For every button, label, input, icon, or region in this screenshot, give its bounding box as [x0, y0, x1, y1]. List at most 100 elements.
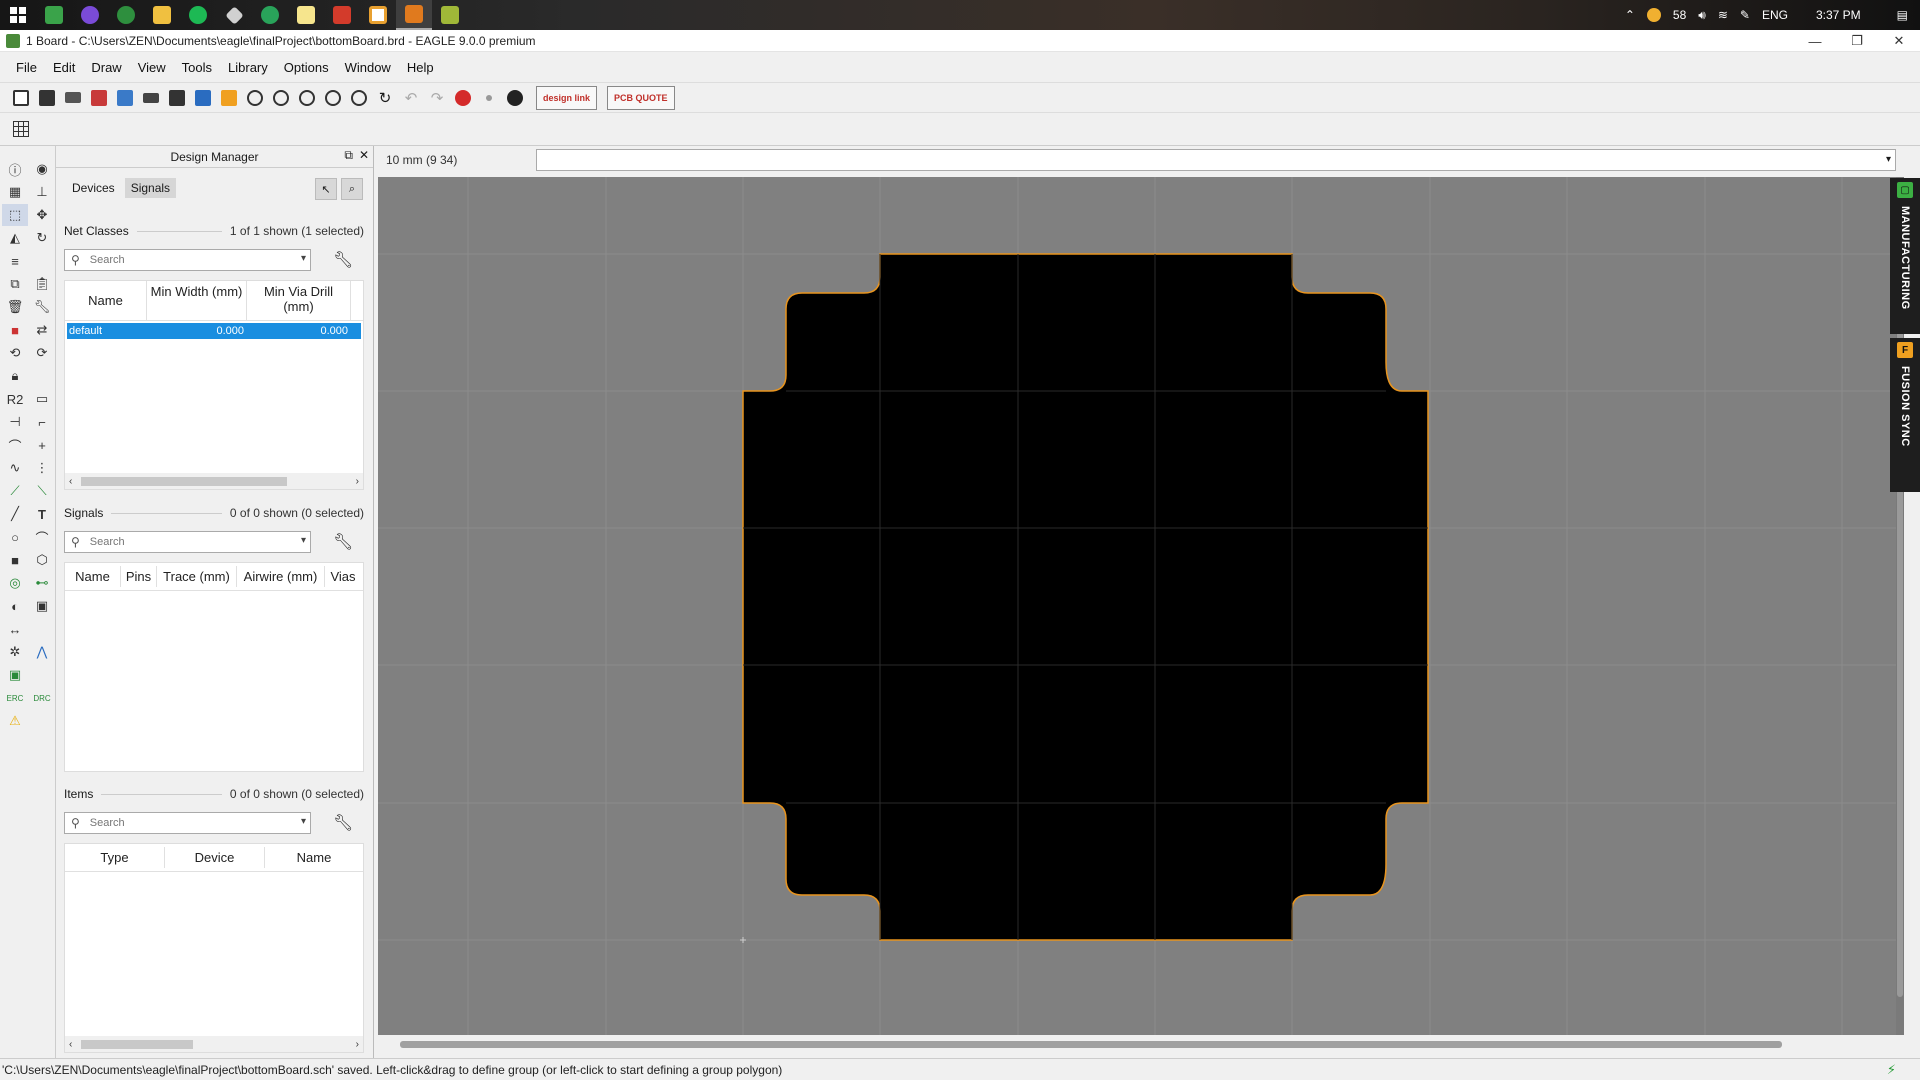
net-classes-search-input[interactable]: [89, 254, 270, 266]
menu-draw[interactable]: Draw: [83, 60, 129, 75]
circle-icon[interactable]: ○: [2, 526, 28, 548]
redo-icon[interactable]: ↷: [426, 87, 448, 109]
zoom-in-icon[interactable]: [270, 87, 292, 109]
col-pins[interactable]: Pins: [121, 566, 157, 587]
fusion-sync-tab[interactable]: F FUSION SYNC: [1890, 338, 1920, 492]
value-icon[interactable]: ▭: [29, 388, 55, 410]
select-tool-icon[interactable]: ↖: [315, 178, 337, 200]
move-icon[interactable]: ✥: [29, 204, 55, 226]
design-block-icon[interactable]: ▣: [2, 664, 28, 686]
taskbar-git[interactable]: [216, 0, 252, 30]
taskbar-chrome[interactable]: [108, 0, 144, 30]
paste-icon[interactable]: 📋︎: [29, 273, 55, 295]
minimize-button[interactable]: —: [1794, 30, 1836, 52]
taskbar-eagle[interactable]: [396, 0, 432, 30]
menu-file[interactable]: File: [8, 60, 45, 75]
menu-tools[interactable]: Tools: [174, 60, 220, 75]
zoom-tool-icon[interactable]: ⌕: [341, 178, 363, 200]
items-search[interactable]: ⚲ ▾: [64, 812, 311, 834]
ripup-icon[interactable]: ⟍: [29, 480, 55, 502]
hscroll-thumb[interactable]: [400, 1041, 1782, 1048]
wrench-icon[interactable]: 🔧︎: [333, 250, 353, 270]
tab-signals[interactable]: Signals: [124, 178, 177, 198]
rectangle-icon[interactable]: ■: [2, 549, 28, 571]
col-min-via-drill[interactable]: Min Via Drill (mm): [247, 281, 351, 320]
align-icon[interactable]: ≡: [2, 250, 28, 272]
copy-icon[interactable]: ⧉: [2, 273, 28, 295]
lock-icon[interactable]: 🔒︎: [2, 365, 28, 387]
open-icon[interactable]: [10, 87, 32, 109]
attribute-icon[interactable]: ▣: [29, 595, 55, 617]
col-name[interactable]: Name: [65, 281, 147, 320]
drc-icon[interactable]: DRC: [29, 687, 55, 709]
col-min-width[interactable]: Min Width (mm): [147, 281, 247, 320]
script-icon[interactable]: [192, 87, 214, 109]
taskbar-acrobat[interactable]: [324, 0, 360, 30]
gate-swap-icon[interactable]: ⟳: [29, 342, 55, 364]
taskbar-file-explorer[interactable]: [144, 0, 180, 30]
chevron-up-icon[interactable]: ⌃: [1625, 8, 1635, 22]
zoom-select-icon[interactable]: [348, 87, 370, 109]
add-part-icon[interactable]: ■: [2, 319, 28, 341]
scroll-right-icon[interactable]: ›: [356, 476, 359, 487]
items-hscroll[interactable]: ‹ ›: [65, 1036, 363, 1052]
chevron-down-icon[interactable]: ▾: [1886, 154, 1891, 165]
mark-icon[interactable]: ⊥: [29, 181, 55, 203]
canvas-hscroll[interactable]: [378, 1035, 1904, 1055]
scroll-left-icon[interactable]: ‹: [69, 1039, 72, 1050]
signal-icon[interactable]: ⊷: [29, 572, 55, 594]
col-device[interactable]: Device: [165, 847, 265, 868]
ulp-icon[interactable]: [218, 87, 240, 109]
print-icon[interactable]: [62, 87, 84, 109]
menu-window[interactable]: Window: [337, 60, 399, 75]
arc-icon[interactable]: ⌒: [29, 526, 55, 548]
chevron-down-icon[interactable]: ▾: [301, 816, 306, 827]
col-vias[interactable]: Vias: [325, 566, 361, 587]
close-button[interactable]: ✕: [1878, 30, 1920, 52]
wrench-icon[interactable]: 🔧︎: [333, 532, 353, 552]
items-search-input[interactable]: [89, 817, 270, 829]
undo-icon[interactable]: ↶: [400, 87, 422, 109]
delete-icon[interactable]: 🗑︎: [2, 296, 28, 318]
design-link-button[interactable]: design link: [536, 85, 598, 110]
col-airwire[interactable]: Airwire (mm): [237, 566, 325, 587]
tab-devices[interactable]: Devices: [66, 178, 121, 198]
manufacturing-tab[interactable]: ▢ MANUFACTURING: [1890, 178, 1920, 334]
col-name[interactable]: Name: [65, 566, 121, 587]
smash-icon[interactable]: ⊣: [2, 411, 28, 433]
wifi-icon[interactable]: ≋: [1718, 8, 1728, 22]
help-icon[interactable]: [504, 87, 526, 109]
pen-icon[interactable]: ✎: [1740, 8, 1750, 22]
miter-icon[interactable]: ⌐: [29, 411, 55, 433]
taskbar-fusion[interactable]: [360, 0, 396, 30]
library-manager-icon[interactable]: [166, 87, 188, 109]
table-row[interactable]: default 0.000 0.000: [67, 323, 361, 339]
rotate-icon[interactable]: ↻: [29, 227, 55, 249]
weather-icon[interactable]: [1646, 8, 1661, 22]
properties-icon[interactable]: 🔧︎: [29, 296, 55, 318]
scroll-left-icon[interactable]: ‹: [69, 476, 72, 487]
volume-icon[interactable]: 🔊︎: [1698, 8, 1706, 23]
warning-icon[interactable]: ⚠: [2, 710, 28, 732]
text-icon[interactable]: T: [29, 503, 55, 525]
group-icon[interactable]: ⬚: [2, 204, 28, 226]
meander-icon[interactable]: ∿: [2, 457, 28, 479]
stop-icon[interactable]: [452, 87, 474, 109]
sch-brd-switch-icon[interactable]: [88, 87, 110, 109]
info-icon[interactable]: ⓘ: [2, 158, 28, 180]
scroll-thumb[interactable]: [81, 477, 287, 486]
language-indicator[interactable]: ENG: [1762, 8, 1788, 22]
zoom-to-fit-icon[interactable]: [244, 87, 266, 109]
show-icon[interactable]: ◉: [29, 158, 55, 180]
chevron-down-icon[interactable]: ▾: [301, 253, 306, 264]
route-icon[interactable]: ⟋: [2, 480, 28, 502]
clock[interactable]: 3:37 PM: [1816, 8, 1861, 22]
chevron-down-icon[interactable]: ▾: [301, 535, 306, 546]
hole-icon[interactable]: ◐: [2, 595, 28, 617]
menu-edit[interactable]: Edit: [45, 60, 83, 75]
undock-icon[interactable]: ⧉: [344, 148, 353, 163]
zoom-previous-icon[interactable]: [322, 87, 344, 109]
taskbar-messenger[interactable]: [252, 0, 288, 30]
polygon-icon[interactable]: ⬡: [29, 549, 55, 571]
via-icon[interactable]: ◎: [2, 572, 28, 594]
